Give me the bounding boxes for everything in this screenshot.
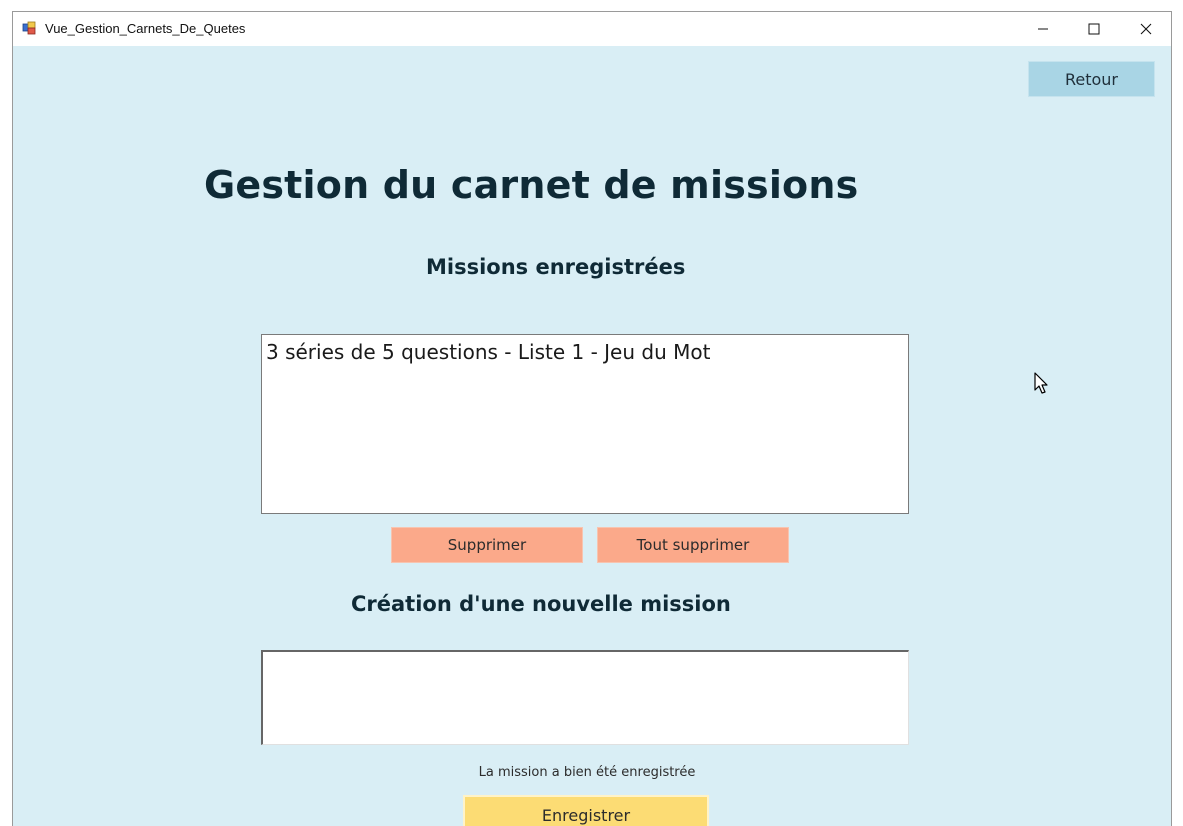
form-client-area: Retour Gestion du carnet de missions Mis… xyxy=(13,46,1171,826)
page-title: Gestion du carnet de missions xyxy=(204,163,859,207)
save-button[interactable]: Enregistrer xyxy=(463,795,709,826)
missions-listbox[interactable]: 3 séries de 5 questions - Liste 1 - Jeu … xyxy=(261,334,909,514)
close-button[interactable] xyxy=(1123,12,1169,46)
list-item[interactable]: 3 séries de 5 questions - Liste 1 - Jeu … xyxy=(266,339,904,365)
delete-button[interactable]: Supprimer xyxy=(391,527,583,563)
maximize-icon xyxy=(1088,23,1100,35)
new-mission-heading: Création d'une nouvelle mission xyxy=(351,592,731,616)
minimize-icon xyxy=(1038,28,1048,30)
app-window: Vue_Gestion_Carnets_De_Quetes Retour Ges… xyxy=(12,11,1172,826)
mouse-cursor-icon xyxy=(1034,372,1048,394)
status-message: La mission a bien été enregistrée xyxy=(478,765,696,780)
minimize-button[interactable] xyxy=(1020,12,1066,46)
back-button[interactable]: Retour xyxy=(1028,61,1155,97)
close-icon xyxy=(1140,23,1152,35)
app-icon xyxy=(22,21,36,35)
new-mission-input[interactable] xyxy=(261,650,909,745)
delete-all-button[interactable]: Tout supprimer xyxy=(597,527,789,563)
title-bar[interactable]: Vue_Gestion_Carnets_De_Quetes xyxy=(13,12,1171,46)
window-title: Vue_Gestion_Carnets_De_Quetes xyxy=(45,21,246,36)
saved-missions-heading: Missions enregistrées xyxy=(426,255,686,279)
maximize-button[interactable] xyxy=(1071,12,1117,46)
